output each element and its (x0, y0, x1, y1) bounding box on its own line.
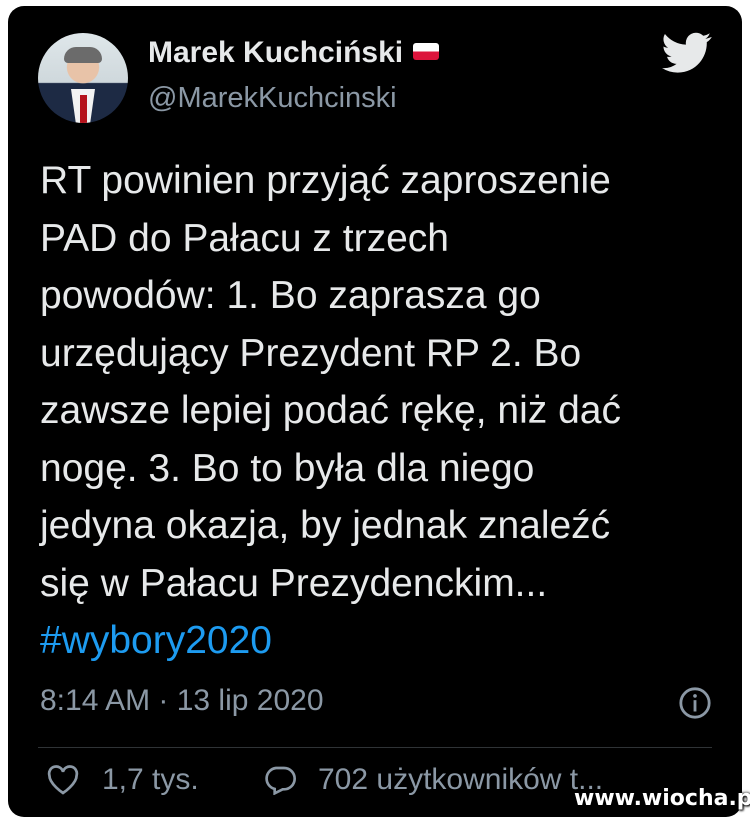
tweet-text-line: RT powinien przyjąć zaproszenie (40, 159, 611, 202)
tweet-text-line: nogę. 3. Bo to była dla niego (40, 446, 535, 490)
tweet-text-line: urzędujący Prezydent RP 2. Bo (40, 331, 582, 375)
reply-count: 702 użytkowników t... (318, 763, 604, 796)
reply-button[interactable]: 702 użytkowników t... (264, 763, 603, 797)
watermark: www.wiocha.pl (574, 786, 750, 811)
tweet-text-line: się w Pałacu Prezydenckim... (40, 561, 548, 605)
tweet-text-line: zawsze lepiej podać rękę, niż dać (40, 389, 621, 432)
tweet-text-line: powodów: 1. Bo zaprasza go (40, 274, 541, 317)
author-handle[interactable]: @MarekKuchcinski (148, 82, 397, 115)
like-button[interactable]: 1,7 tys. (46, 763, 199, 797)
twitter-bird-icon (662, 32, 712, 73)
divider (38, 747, 712, 748)
tweet-card: Marek Kuchciński @MarekKuchcinski RT pow… (8, 6, 742, 817)
avatar[interactable] (38, 33, 128, 123)
avatar-tie (80, 95, 87, 123)
tweet-text: RT powinien przyjąć zaproszenie PAD do P… (40, 152, 730, 670)
speech-bubble-icon (265, 766, 296, 795)
author-name[interactable]: Marek Kuchciński (148, 36, 403, 69)
tweet-text-line: PAD do Pałacu z trzech (40, 216, 449, 260)
hashtag-link[interactable]: #wybory2020 (40, 612, 730, 670)
tweet-text-line: jedyna okazja, by jednak znaleźć (40, 504, 611, 547)
tweet-timestamp[interactable]: 8:14 AM · 13 lip 2020 (40, 684, 324, 718)
heart-icon (47, 765, 79, 795)
poland-flag-icon (413, 43, 440, 60)
author-name-row[interactable]: Marek Kuchciński (148, 36, 440, 70)
info-icon[interactable] (678, 686, 712, 720)
avatar-hair (64, 47, 102, 63)
like-count: 1,7 tys. (102, 763, 199, 796)
